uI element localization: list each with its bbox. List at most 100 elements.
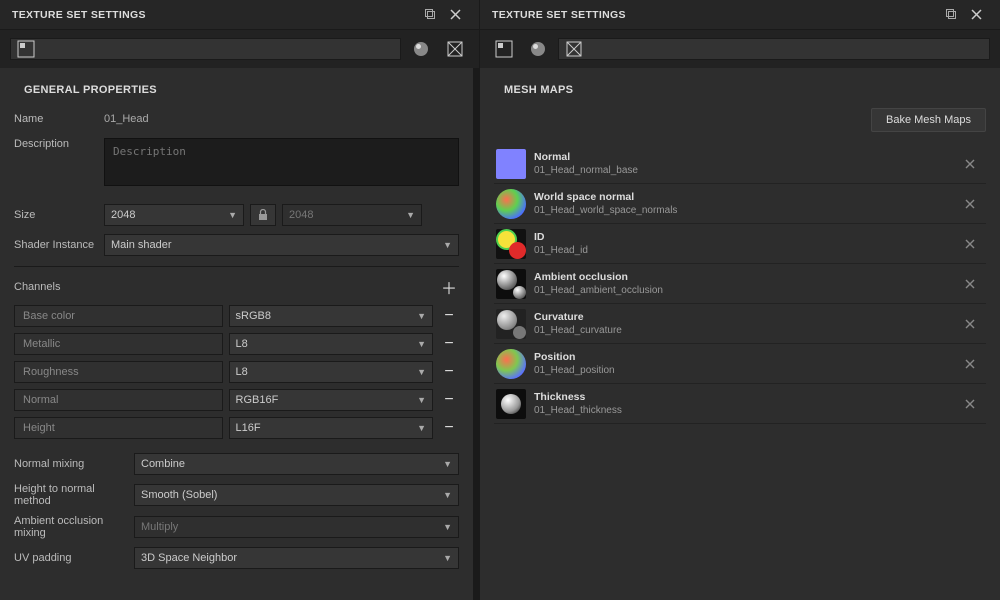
remove-map-button[interactable] bbox=[960, 354, 980, 374]
close-icon[interactable] bbox=[443, 3, 467, 27]
texture-settings-panel-right: TEXTURE SET SETTINGS MESH MAPS Bake Mesh… bbox=[480, 0, 1000, 600]
chevron-down-icon: ▼ bbox=[443, 553, 452, 563]
shader-label: Shader Instance bbox=[14, 239, 104, 251]
channel-row: Height L16F▼− bbox=[14, 417, 459, 439]
shader-select[interactable]: Main shader▼ bbox=[104, 234, 459, 256]
undock-icon[interactable] bbox=[940, 3, 964, 27]
channel-name[interactable]: Height bbox=[14, 417, 223, 439]
remove-channel-button[interactable]: − bbox=[439, 418, 459, 438]
mode-material-icon[interactable] bbox=[490, 35, 518, 63]
remove-map-button[interactable] bbox=[960, 154, 980, 174]
chevron-down-icon: ▼ bbox=[417, 311, 426, 321]
add-channel-button[interactable]: ＋ bbox=[439, 277, 459, 297]
channel-name[interactable]: Base color bbox=[14, 305, 223, 327]
chevron-down-icon: ▼ bbox=[443, 490, 452, 500]
chevron-down-icon: ▼ bbox=[443, 522, 452, 532]
normal-mixing-label: Normal mixing bbox=[14, 458, 134, 470]
size-lock-button[interactable] bbox=[250, 204, 276, 226]
scrollbar[interactable] bbox=[473, 68, 479, 600]
map-name: Position bbox=[534, 351, 960, 363]
mode-box-icon[interactable] bbox=[441, 35, 469, 63]
channel-format-select[interactable]: L16F▼ bbox=[229, 417, 434, 439]
mode-sphere-icon[interactable] bbox=[524, 35, 552, 63]
remove-map-button[interactable] bbox=[960, 314, 980, 334]
mode-toolbar bbox=[0, 30, 479, 68]
name-label: Name bbox=[14, 113, 104, 125]
channel-row: Normal RGB16F▼− bbox=[14, 389, 459, 411]
channel-name[interactable]: Normal bbox=[14, 389, 223, 411]
size-width-select[interactable]: 2048▼ bbox=[104, 204, 244, 226]
mesh-map-row[interactable]: Curvature01_Head_curvature bbox=[494, 304, 986, 344]
channel-format-select[interactable]: L8▼ bbox=[229, 361, 434, 383]
section-general-properties: GENERAL PROPERTIES bbox=[24, 84, 459, 96]
size-height-select[interactable]: 2048▼ bbox=[282, 204, 422, 226]
chevron-down-icon: ▼ bbox=[228, 210, 237, 220]
map-name: Thickness bbox=[534, 391, 960, 403]
size-label: Size bbox=[14, 209, 104, 221]
remove-channel-button[interactable]: − bbox=[439, 390, 459, 410]
channel-format-select[interactable]: L8▼ bbox=[229, 333, 434, 355]
panel-topbar: TEXTURE SET SETTINGS bbox=[0, 0, 479, 30]
chevron-down-icon: ▼ bbox=[417, 395, 426, 405]
name-value: 01_Head bbox=[104, 113, 149, 125]
remove-channel-button[interactable]: − bbox=[439, 362, 459, 382]
channel-name[interactable]: Metallic bbox=[14, 333, 223, 355]
remove-channel-button[interactable]: − bbox=[439, 334, 459, 354]
map-text: Curvature01_Head_curvature bbox=[534, 311, 960, 336]
map-name: World space normal bbox=[534, 191, 960, 203]
map-text: ID01_Head_id bbox=[534, 231, 960, 256]
remove-map-button[interactable] bbox=[960, 394, 980, 414]
mesh-map-row[interactable]: ID01_Head_id bbox=[494, 224, 986, 264]
close-icon[interactable] bbox=[964, 3, 988, 27]
channels-label: Channels bbox=[14, 281, 60, 293]
remove-channel-button[interactable]: − bbox=[439, 306, 459, 326]
mesh-map-row[interactable]: Position 01_Head_position bbox=[494, 344, 986, 384]
map-text: Thickness01_Head_thickness bbox=[534, 391, 960, 416]
mode-box-icon[interactable] bbox=[558, 38, 990, 60]
mesh-map-row[interactable]: World space normal01_Head_world_space_no… bbox=[494, 184, 986, 224]
mesh-map-row[interactable]: Normal01_Head_normal_base bbox=[494, 144, 986, 184]
remove-map-button[interactable] bbox=[960, 234, 980, 254]
panel-body: GENERAL PROPERTIES Name 01_Head Descript… bbox=[0, 68, 473, 600]
map-name: ID bbox=[534, 231, 960, 243]
channel-row: Roughness L8▼− bbox=[14, 361, 459, 383]
mesh-map-row[interactable]: Ambient occlusion 01_Head_ambient_occlusi… bbox=[494, 264, 986, 304]
remove-map-button[interactable] bbox=[960, 274, 980, 294]
uv-padding-label: UV padding bbox=[14, 552, 134, 564]
map-text: Position 01_Head_position bbox=[534, 351, 960, 376]
chevron-down-icon: ▼ bbox=[443, 459, 452, 469]
map-file: 01_Head_normal_base bbox=[534, 165, 960, 176]
section-mesh-maps: MESH MAPS bbox=[504, 84, 986, 96]
description-input[interactable] bbox=[104, 138, 459, 186]
map-file: 01_Head_ambient_occlusion bbox=[534, 285, 960, 296]
panel-title: TEXTURE SET SETTINGS bbox=[492, 9, 940, 21]
uv-padding-select[interactable]: 3D Space Neighbor▼ bbox=[134, 547, 459, 569]
map-thumbnail-icon bbox=[496, 349, 526, 379]
chevron-down-icon: ▼ bbox=[443, 240, 452, 250]
bake-mesh-maps-button[interactable]: Bake Mesh Maps bbox=[871, 108, 986, 132]
chevron-down-icon: ▼ bbox=[417, 367, 426, 377]
channel-format-select[interactable]: sRGB8▼ bbox=[229, 305, 434, 327]
remove-map-button[interactable] bbox=[960, 194, 980, 214]
mesh-map-row[interactable]: Thickness01_Head_thickness bbox=[494, 384, 986, 424]
channel-format-select[interactable]: RGB16F▼ bbox=[229, 389, 434, 411]
map-file: 01_Head_position bbox=[534, 365, 960, 376]
mode-material-icon[interactable] bbox=[10, 38, 401, 60]
mode-sphere-icon[interactable] bbox=[407, 35, 435, 63]
map-name: Curvature bbox=[534, 311, 960, 323]
map-name: Ambient occlusion bbox=[534, 271, 960, 283]
chevron-down-icon: ▼ bbox=[417, 423, 426, 433]
ao-mixing-select[interactable]: Multiply▼ bbox=[134, 516, 459, 538]
map-thumbnail-icon bbox=[496, 229, 526, 259]
map-thumbnail-icon bbox=[496, 309, 526, 339]
channel-name[interactable]: Roughness bbox=[14, 361, 223, 383]
chevron-down-icon: ▼ bbox=[417, 339, 426, 349]
undock-icon[interactable] bbox=[419, 3, 443, 27]
normal-mixing-select[interactable]: Combine▼ bbox=[134, 453, 459, 475]
height-to-normal-label: Height to normal method bbox=[14, 483, 134, 507]
height-to-normal-select[interactable]: Smooth (Sobel)▼ bbox=[134, 484, 459, 506]
mode-toolbar bbox=[480, 30, 1000, 68]
panel-topbar: TEXTURE SET SETTINGS bbox=[480, 0, 1000, 30]
map-text: Ambient occlusion 01_Head_ambient_occlusi… bbox=[534, 271, 960, 296]
ao-mixing-label: Ambient occlusion mixing bbox=[14, 515, 134, 539]
